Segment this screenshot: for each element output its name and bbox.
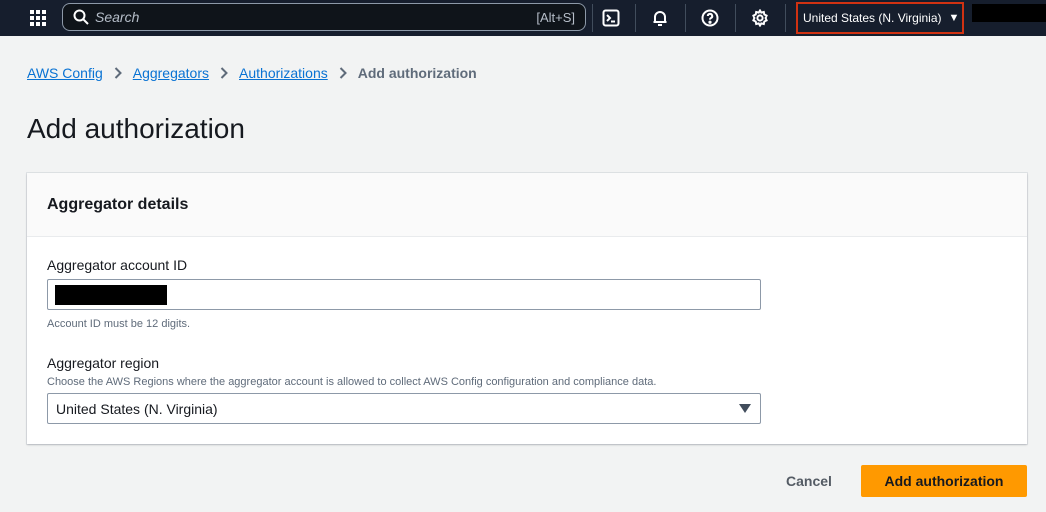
breadcrumb-current: Add authorization xyxy=(357,65,477,81)
account-id-constraint: Account ID must be 12 digits. xyxy=(47,318,191,330)
cancel-button[interactable]: Cancel xyxy=(776,466,842,496)
caret-down-icon: ▼ xyxy=(948,12,960,24)
card-title: Aggregator details xyxy=(47,195,189,213)
breadcrumb: AWS Config Aggregators Authorizations Ad… xyxy=(27,65,477,81)
breadcrumb-aws-config[interactable]: AWS Config xyxy=(27,65,103,81)
region-field-label: Aggregator region xyxy=(47,355,160,371)
breadcrumb-aggregators[interactable]: Aggregators xyxy=(133,65,209,81)
breadcrumb-authorizations[interactable]: Authorizations xyxy=(239,65,328,81)
search-box[interactable]: [Alt+S] xyxy=(62,3,586,31)
region-field-description: Choose the AWS Regions where the aggrega… xyxy=(47,376,657,388)
redacted-account-menu[interactable] xyxy=(972,4,1046,22)
chevron-right-icon xyxy=(339,67,347,79)
aggregator-details-card: Aggregator details Aggregator account ID… xyxy=(27,173,1027,444)
nav-divider xyxy=(592,4,593,32)
region-selector[interactable]: United States (N. Virginia) ▼ xyxy=(796,2,964,34)
search-shortcut-hint: [Alt+S] xyxy=(536,9,575,25)
top-navigation-bar: [Alt+S] United States (N. Virginia) ▼ xyxy=(0,0,1046,36)
region-label: United States (N. Virginia) xyxy=(803,11,942,25)
redacted-account-id-value xyxy=(55,285,167,305)
gear-icon[interactable] xyxy=(749,7,771,29)
page-title: Add authorization xyxy=(27,113,245,144)
account-id-label: Aggregator account ID xyxy=(47,257,188,273)
card-header: Aggregator details xyxy=(27,173,1027,237)
apps-grid-icon[interactable] xyxy=(28,8,48,28)
nav-divider xyxy=(635,4,636,32)
help-icon[interactable] xyxy=(699,7,721,29)
chevron-right-icon xyxy=(114,67,122,79)
chevron-right-icon xyxy=(220,67,228,79)
nav-divider xyxy=(735,4,736,32)
search-icon xyxy=(73,9,89,25)
nav-divider xyxy=(685,4,686,32)
search-input[interactable] xyxy=(89,9,537,25)
caret-down-icon xyxy=(739,404,751,414)
add-authorization-button[interactable]: Add authorization xyxy=(861,465,1027,497)
cloudshell-icon[interactable] xyxy=(600,7,622,29)
nav-divider xyxy=(785,4,786,32)
bell-icon[interactable] xyxy=(649,7,671,29)
region-select-value: United States (N. Virginia) xyxy=(56,400,218,417)
region-select[interactable]: United States (N. Virginia) xyxy=(47,393,761,424)
